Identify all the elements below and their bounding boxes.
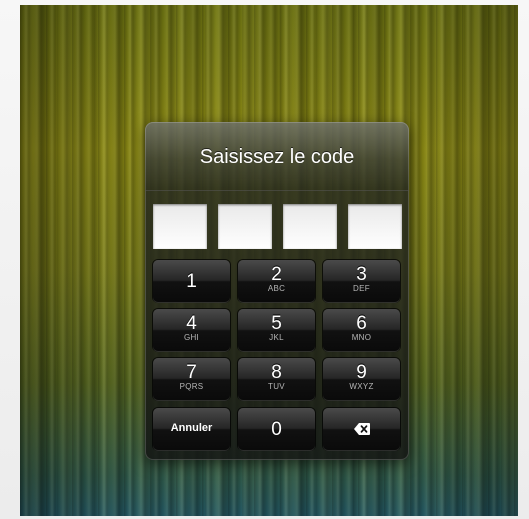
key-3[interactable]: 3 DEF [323,260,400,302]
key-8[interactable]: 8 TUV [238,358,315,400]
key-digit: 0 [271,419,282,440]
key-letters: GHI [183,333,200,342]
key-digit: 3 [356,264,367,285]
key-digit: 2 [271,264,282,285]
key-letters: JKL [269,333,284,342]
cancel-button[interactable]: Annuler [153,408,230,450]
passcode-digit-field-1[interactable] [153,204,207,249]
screenshot-frame: Saisissez le code 1 2 ABC 3 DEF 4 GHI 5 … [0,0,529,519]
key-1[interactable]: 1 [153,260,230,302]
key-letters: PQRS [179,382,204,391]
passcode-digit-field-3[interactable] [283,204,337,249]
passcode-dialog: Saisissez le code 1 2 ABC 3 DEF 4 GHI 5 … [145,122,409,460]
key-0[interactable]: 0 [238,408,315,450]
passcode-digit-field-4[interactable] [348,204,402,249]
key-9[interactable]: 9 WXYZ [323,358,400,400]
key-digit: 6 [356,313,367,334]
key-5[interactable]: 5 JKL [238,309,315,351]
dialog-title: Saisissez le code [199,146,355,168]
key-digit: 7 [186,362,197,383]
key-letters: TUV [268,382,285,391]
key-letters: DEF [353,284,370,293]
key-digit: 8 [271,362,282,383]
key-6[interactable]: 6 MNO [323,309,400,351]
cancel-label: Annuler [170,422,213,434]
backspace-icon [354,423,370,435]
key-digit: 1 [186,271,197,292]
key-letters: ABC [267,284,286,293]
dialog-header: Saisissez le code [145,122,409,191]
delete-button[interactable] [323,408,400,450]
key-digit: 4 [186,313,197,334]
key-digit: 9 [356,362,367,383]
passcode-digit-field-2[interactable] [218,204,272,249]
key-letters: WXYZ [349,382,374,391]
key-digit: 5 [271,313,282,334]
key-7[interactable]: 7 PQRS [153,358,230,400]
key-letters: MNO [351,333,372,342]
key-2[interactable]: 2 ABC [238,260,315,302]
key-4[interactable]: 4 GHI [153,309,230,351]
